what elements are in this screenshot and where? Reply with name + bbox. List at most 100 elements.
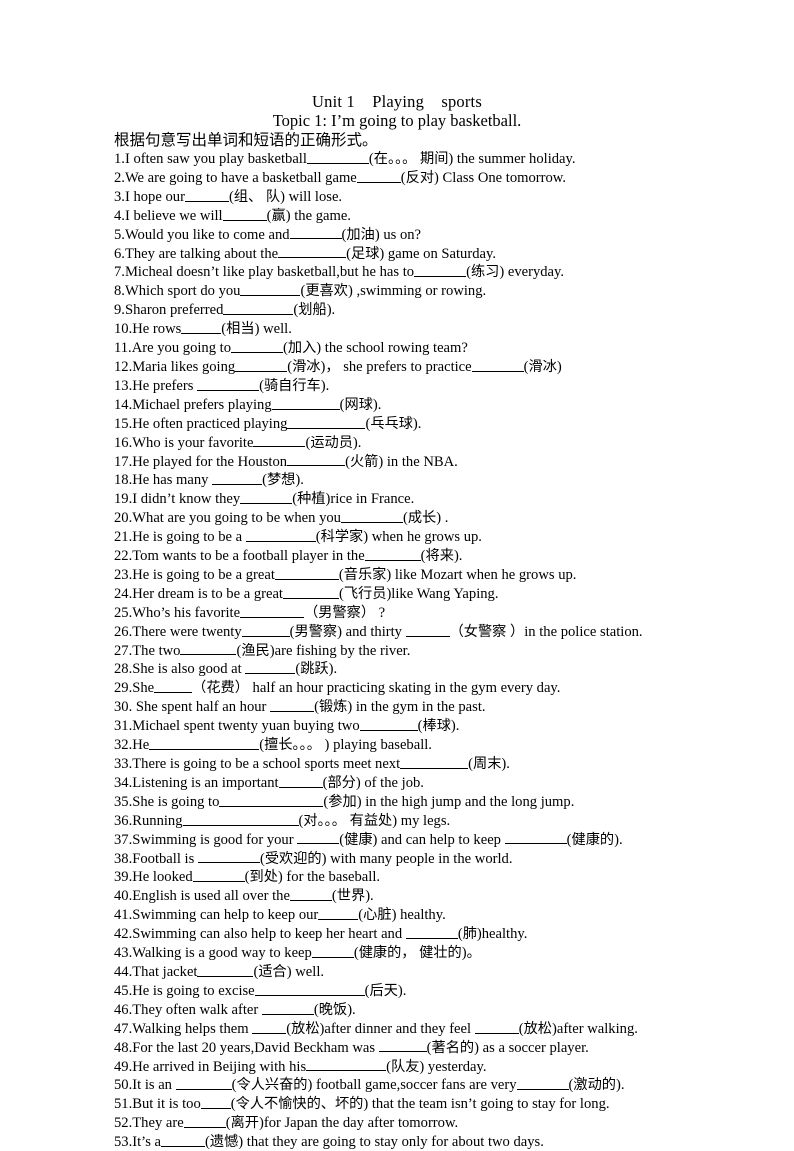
answer-blank[interactable]	[278, 244, 347, 259]
answer-blank[interactable]	[297, 830, 340, 845]
answer-blank[interactable]	[282, 584, 339, 599]
answer-blank[interactable]	[287, 452, 346, 467]
sentence-text: They often walk after	[132, 1001, 262, 1018]
answer-blank[interactable]	[289, 886, 332, 902]
hint-text: 著名的	[431, 1039, 475, 1056]
exercise-number: 16.	[114, 434, 133, 451]
answer-blank[interactable]	[245, 659, 296, 675]
answer-blank[interactable]	[270, 697, 315, 713]
sentence-text: Listening is an important	[132, 774, 279, 791]
exercise-item: 8.Which sport do you (更喜欢) ,swimming or r…	[114, 281, 736, 300]
hint-text: 飞行员	[343, 585, 387, 602]
answer-blank[interactable]	[161, 1132, 206, 1147]
answer-blank[interactable]	[235, 357, 288, 372]
answer-blank[interactable]	[184, 187, 229, 202]
answer-blank[interactable]	[180, 641, 237, 656]
answer-blank[interactable]	[192, 867, 245, 883]
answer-blank[interactable]	[278, 773, 323, 788]
answer-blank[interactable]	[182, 811, 299, 826]
exercise-number: 27.	[114, 642, 133, 659]
answer-blank[interactable]	[400, 754, 469, 769]
hint-text: 种植	[297, 491, 326, 508]
answer-blank[interactable]	[471, 357, 524, 372]
answer-blank[interactable]	[474, 1019, 519, 1034]
exercise-list: 1.I often saw you play basketball (在。。。 期…	[114, 149, 736, 1151]
hint-text: 加油	[346, 226, 375, 243]
answer-blank[interactable]	[254, 981, 365, 996]
hint-text: 队	[265, 188, 281, 205]
answer-blank[interactable]	[245, 527, 316, 542]
answer-blank[interactable]	[252, 1019, 287, 1034]
sentence-text: Would you like to come and	[124, 226, 290, 243]
sentence-text: )	[556, 358, 562, 375]
answer-blank[interactable]	[261, 1000, 314, 1015]
exercise-item: 3.I hope our (组、 队) will lose.	[114, 187, 736, 206]
answer-blank[interactable]	[175, 1075, 232, 1091]
answer-blank[interactable]	[181, 319, 222, 335]
answer-blank[interactable]	[340, 508, 403, 524]
exercise-item: 24.Her dream is to be a great (飞行员)like W…	[114, 584, 736, 603]
answer-blank[interactable]	[318, 905, 359, 921]
hint-text: 成长	[407, 510, 437, 527]
answer-blank[interactable]	[405, 622, 450, 637]
answer-blank[interactable]	[271, 395, 340, 410]
sentence-text: ).	[501, 755, 510, 772]
answer-blank[interactable]	[219, 792, 324, 807]
answer-blank[interactable]	[223, 300, 294, 316]
hint-text: 擅长。。。	[264, 736, 321, 753]
exercise-item: 2.We are going to have a basketball game…	[114, 168, 736, 187]
answer-blank[interactable]	[197, 962, 254, 977]
answer-blank[interactable]	[287, 414, 366, 429]
answer-blank[interactable]	[212, 470, 263, 486]
sentence-text: ) yesterday.	[419, 1058, 487, 1075]
exercise-item: 5.Would you like to come and (加油) us on?	[114, 225, 736, 244]
sentence-text: Walking helps them	[132, 1020, 253, 1037]
answer-blank[interactable]	[197, 849, 260, 864]
answer-blank[interactable]	[378, 1038, 427, 1053]
exercise-number: 50.	[114, 1077, 133, 1094]
answer-blank[interactable]	[311, 943, 354, 958]
answer-blank[interactable]	[274, 565, 339, 580]
answer-blank[interactable]	[504, 830, 567, 845]
hint-text: 受欢迎的	[264, 850, 322, 867]
exercise-item: 21.He is going to be a (科学家) when he gro…	[114, 527, 736, 546]
exercise-number: 41.	[114, 907, 133, 924]
exercise-item: 35.She is going to (参加) in the high jump …	[114, 792, 736, 811]
answer-blank[interactable]	[289, 225, 342, 240]
answer-blank[interactable]	[154, 678, 193, 694]
answer-blank[interactable]	[149, 735, 260, 750]
answer-blank[interactable]	[197, 376, 260, 391]
answer-blank[interactable]	[306, 149, 369, 164]
answer-blank[interactable]	[183, 1113, 226, 1129]
answer-blank[interactable]	[240, 489, 293, 505]
answer-blank[interactable]	[240, 281, 301, 297]
exercise-item: 32.He (擅长。。。 ) playing baseball.	[114, 735, 736, 754]
hint-text: 相当	[226, 321, 255, 338]
hint-text: 适合	[258, 963, 287, 980]
answer-blank[interactable]	[405, 924, 458, 940]
sentence-text: ) and can help to keep	[372, 831, 505, 848]
exercise-number: 21.	[114, 528, 133, 545]
sentence-text: ).	[326, 302, 336, 319]
exercise-number: 12.	[114, 358, 133, 375]
exercise-number: 29.	[114, 680, 133, 697]
answer-blank[interactable]	[359, 716, 418, 732]
hint-text: 期间	[420, 150, 449, 167]
answer-blank[interactable]	[222, 206, 267, 221]
answer-blank[interactable]	[356, 168, 401, 183]
answer-blank[interactable]	[253, 433, 306, 448]
answer-blank[interactable]	[231, 338, 284, 353]
hint-text: 划船	[298, 302, 327, 319]
hint-text: 将来	[425, 547, 454, 564]
page-title: Unit 1 Playing sports	[312, 92, 482, 111]
answer-blank[interactable]	[306, 1057, 387, 1072]
answer-blank[interactable]	[200, 1094, 231, 1110]
answer-blank[interactable]	[516, 1075, 569, 1091]
answer-blank[interactable]	[240, 603, 305, 618]
answer-blank[interactable]	[241, 622, 290, 637]
hint-text: 梦想	[266, 472, 296, 489]
answer-blank[interactable]	[364, 546, 421, 561]
answer-blank[interactable]	[414, 262, 467, 278]
sentence-text: ) that they are going to stay only for a…	[238, 1133, 544, 1150]
exercise-number: 33.	[114, 755, 133, 772]
